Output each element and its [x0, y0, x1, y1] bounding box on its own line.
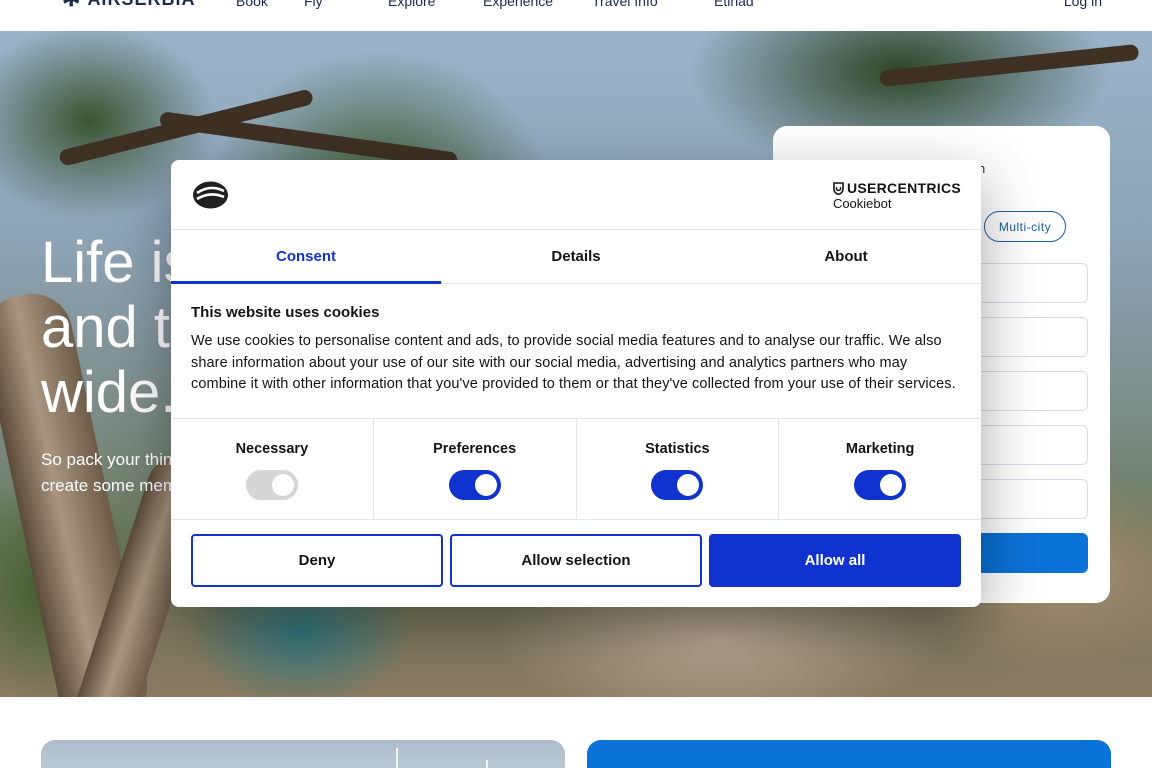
multi-city-option[interactable]: Multi-city	[984, 211, 1066, 242]
airserbia-emblem-icon	[193, 181, 228, 209]
usercentrics-brand: USERCENTRICS	[846, 180, 961, 196]
nav-item-fly[interactable]: Fly	[304, 0, 323, 9]
statistics-toggle[interactable]	[651, 470, 704, 500]
dialog-body: This website uses cookies We use cookies…	[171, 284, 981, 418]
category-label: Preferences	[433, 441, 517, 457]
promo-card-right[interactable]	[587, 740, 1111, 768]
cookiebot-name: Cookiebot	[832, 196, 892, 211]
category-statistics: Statistics	[577, 419, 780, 519]
star-icon: ✲	[62, 0, 81, 10]
nav-item-experience[interactable]: Experience	[483, 0, 553, 9]
toggle-knob	[880, 474, 903, 496]
nav-item-explore[interactable]: Explore	[388, 0, 435, 9]
tab-consent[interactable]: Consent	[171, 230, 441, 284]
dialog-title: This website uses cookies	[191, 304, 380, 321]
wind-turbine-image	[396, 748, 398, 768]
marketing-toggle[interactable]	[854, 470, 907, 500]
allow-selection-button[interactable]: Allow selection	[450, 534, 702, 587]
tab-details[interactable]: Details	[441, 230, 711, 283]
brand-name: AIRSERBIA	[87, 0, 195, 10]
toggle-knob	[474, 474, 497, 496]
category-preferences: Preferences	[374, 419, 577, 519]
cookiebot-logo[interactable]: USERCENTRICS Cookiebot	[833, 180, 961, 211]
nav-item-book[interactable]: Book	[236, 0, 268, 9]
category-label: Necessary	[235, 441, 309, 457]
necessary-toggle	[245, 470, 298, 500]
category-marketing: Marketing	[779, 419, 981, 519]
wind-turbine-image	[486, 760, 488, 768]
toggle-knob	[677, 474, 700, 496]
nav-item-travel-info[interactable]: Travel Info	[592, 0, 658, 9]
deny-button[interactable]: Deny	[191, 534, 443, 587]
dialog-description: We use cookies to personalise content an…	[191, 333, 956, 393]
shield-icon	[833, 181, 844, 195]
category-label: Statistics	[645, 441, 710, 457]
dialog-header: USERCENTRICS Cookiebot	[171, 160, 981, 230]
allow-all-button[interactable]: Allow all	[709, 534, 961, 587]
toggle-knob	[271, 474, 294, 496]
cookie-categories: Necessary Preferences Statistics Marketi…	[171, 418, 981, 520]
login-link[interactable]: Log in	[1064, 0, 1102, 9]
cookie-consent-dialog: USERCENTRICS Cookiebot Consent Details A…	[171, 160, 981, 607]
category-necessary: Necessary	[171, 419, 374, 519]
tree-branch	[879, 43, 1140, 87]
nav-item-etihad[interactable]: Etihad	[714, 0, 754, 9]
promo-card-left[interactable]	[41, 740, 565, 768]
category-label: Marketing	[845, 441, 915, 457]
preferences-toggle[interactable]	[448, 470, 501, 500]
dialog-tabs: Consent Details About	[171, 230, 981, 284]
dialog-actions: Deny Allow selection Allow all	[171, 520, 981, 587]
top-navigation: ✲ AIRSERBIA Book Fly Explore Experience …	[0, 0, 1152, 31]
tab-about[interactable]: About	[711, 230, 981, 283]
airserbia-logo[interactable]: ✲ AIRSERBIA	[62, 0, 195, 10]
